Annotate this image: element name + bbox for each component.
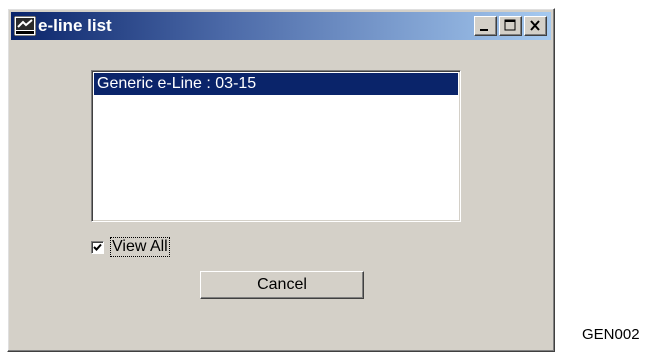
figure-label: GEN002 xyxy=(582,326,640,343)
close-icon xyxy=(530,20,540,31)
view-all-label[interactable]: View All xyxy=(110,237,170,257)
close-button[interactable] xyxy=(524,16,547,36)
title-bar[interactable]: e-line list xyxy=(11,12,551,40)
maximize-icon xyxy=(504,19,516,31)
maximize-button[interactable] xyxy=(499,16,522,36)
cancel-button[interactable]: Cancel xyxy=(200,271,364,299)
page: e-line list Generic e-Line: 03-15 View … xyxy=(0,0,654,356)
list-item[interactable]: Generic e-Line : 03-15 xyxy=(94,73,458,95)
title-bar-controls xyxy=(474,16,547,36)
eline-listbox[interactable]: Generic e-Line : 03-15 xyxy=(91,70,461,222)
window-title: e-line list xyxy=(38,16,112,35)
view-all-checkbox-row[interactable]: View All xyxy=(91,237,170,257)
minimize-button[interactable] xyxy=(474,16,497,36)
minimize-icon xyxy=(480,29,488,31)
app-icon[interactable] xyxy=(13,15,37,37)
checkmark-icon xyxy=(93,243,102,251)
view-all-checkbox[interactable] xyxy=(91,240,104,254)
